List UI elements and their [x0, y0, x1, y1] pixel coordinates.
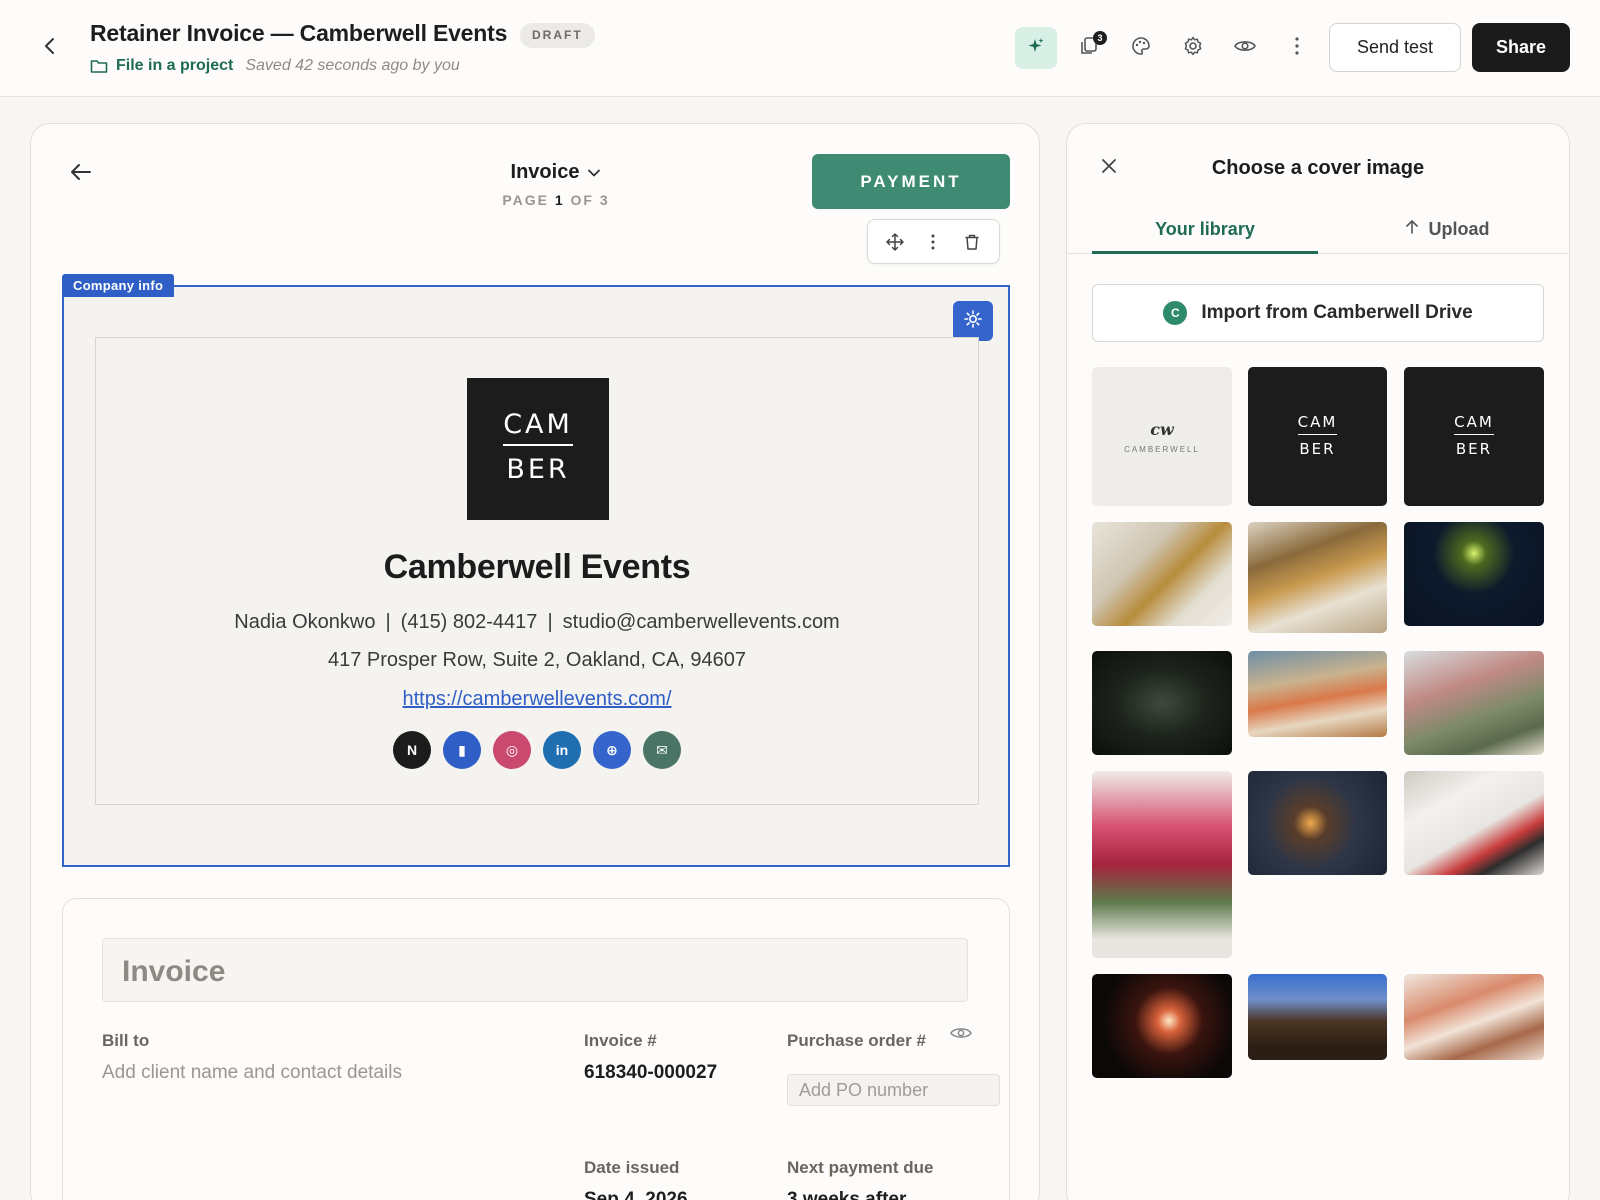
block-toolbar [867, 219, 1000, 264]
more-vertical-icon [1294, 36, 1300, 61]
company-website-link[interactable]: https://camberwellevents.com/ [403, 688, 672, 710]
date-issued-label: Date issued [584, 1158, 680, 1177]
contact-email: studio@camberwellevents.com [562, 611, 840, 633]
company-address: 417 Prosper Row, Suite 2, Oakland, CA, 9… [327, 649, 747, 671]
company-info-tag: Company info [62, 274, 175, 297]
bill-to-field[interactable]: Add client name and contact details [102, 1062, 402, 1084]
versions-button[interactable]: 3 [1068, 27, 1110, 69]
company-logo: CAM BER [467, 378, 609, 520]
notification-count: 3 [1093, 31, 1107, 45]
eye-icon [1233, 38, 1257, 59]
theme-button[interactable] [1120, 27, 1162, 69]
tab-your-library[interactable]: Your library [1092, 204, 1318, 254]
contact-phone: (415) 802-4417 [400, 611, 538, 633]
ai-assist-button[interactable] [1015, 27, 1057, 69]
invoice-title-field[interactable]: Invoice [102, 938, 968, 1002]
sparkler-hand-image[interactable] [1248, 771, 1387, 875]
panel-tabs: Your library Upload [1067, 204, 1569, 254]
decor-image[interactable] [1404, 974, 1544, 1060]
document-icon[interactable]: ▮ [443, 731, 481, 769]
next-payment-label: Next payment due [787, 1158, 934, 1177]
drive-logo-icon: C [1163, 301, 1188, 325]
company-name: Camberwell Events [383, 548, 691, 586]
cover-image-panel: Choose a cover image Your library Upload… [1066, 123, 1570, 1200]
move-icon[interactable] [883, 230, 907, 254]
gear-icon [1182, 35, 1204, 62]
payment-button[interactable]: PAYMENT [812, 154, 1010, 209]
eye-icon[interactable] [949, 1025, 975, 1043]
logo-dark-alt-thumbnail[interactable]: CAM BER [1404, 367, 1544, 506]
arrow-up-icon [1405, 219, 1419, 240]
invoice-details-block: Invoice Bill to Add client name and cont… [62, 898, 1010, 1200]
rings-image[interactable] [1092, 522, 1232, 626]
po-number-input[interactable]: Add PO number [787, 1074, 1000, 1106]
logo-light-thumbnail[interactable]: cw CAMBERWELL [1092, 367, 1232, 506]
page-title: Invoice [510, 161, 580, 183]
bouquet-field-image[interactable] [1404, 651, 1544, 755]
file-in-project-link[interactable]: File in a project [116, 57, 233, 75]
chevron-left-icon[interactable] [38, 34, 62, 58]
document-subline: File in a project Saved 42 seconds ago b… [90, 57, 460, 75]
import-drive-button[interactable]: C Import from Camberwell Drive [1092, 284, 1544, 342]
palette-icon [1130, 35, 1152, 62]
company-card: CAM BER Camberwell Events Nadia Okonkwo |… [95, 337, 979, 805]
block-settings-button[interactable] [953, 301, 993, 341]
sparkler-image[interactable] [1092, 974, 1232, 1078]
saved-status: Saved 42 seconds ago by you [245, 57, 460, 74]
status-badge: DRAFT [520, 23, 595, 48]
date-issued[interactable]: Sep 4, 2026 [584, 1189, 688, 1200]
folder-icon [90, 58, 108, 74]
document-title[interactable]: Retainer Invoice — Camberwell Events [90, 20, 507, 47]
preview-button[interactable] [1224, 27, 1266, 69]
barn-image[interactable] [1248, 974, 1387, 1060]
mail-icon[interactable]: ✉ [643, 731, 681, 769]
settings-button[interactable] [1172, 27, 1214, 69]
linkedin-icon[interactable]: in [543, 731, 581, 769]
sun-settings-icon [963, 309, 983, 334]
page-indicator: PAGE 1 OF 3 [502, 192, 610, 208]
trash-icon[interactable] [960, 230, 984, 254]
top-bar: Retainer Invoice — Camberwell Events DRA… [0, 0, 1600, 97]
tab-upload[interactable]: Upload [1367, 204, 1527, 254]
instagram-icon[interactable]: ◎ [493, 731, 531, 769]
page-selector[interactable]: Invoice PAGE 1 OF 3 [491, 161, 621, 208]
block-more-icon[interactable] [921, 230, 945, 254]
social-links: N ▮ ◎ in ⊕ ✉ [96, 731, 978, 769]
bill-to-label: Bill to [102, 1031, 150, 1050]
bridal-bouquet-image[interactable] [1092, 771, 1232, 958]
panel-title: Choose a cover image [1211, 157, 1425, 179]
logo-dark-thumbnail[interactable]: CAM BER [1248, 367, 1387, 506]
arrow-left-icon[interactable] [69, 162, 97, 186]
sparkle-icon [1026, 36, 1046, 61]
globe-icon[interactable]: ⊕ [593, 731, 631, 769]
next-payment-due[interactable]: 3 weeks after [787, 1189, 906, 1200]
invoice-number-label: Invoice # [584, 1031, 657, 1050]
contact-name: Nadia Okonkwo [234, 611, 376, 633]
catering-image[interactable] [1248, 522, 1387, 633]
tent-lights-image[interactable] [1404, 522, 1544, 626]
invoice-number[interactable]: 618340-000027 [584, 1062, 717, 1084]
editor-card: Invoice PAGE 1 OF 3 PAYMENT CAM BER Camb… [30, 123, 1040, 1200]
send-test-button[interactable]: Send test [1329, 23, 1461, 72]
share-button[interactable]: Share [1472, 23, 1570, 72]
chevron-down-icon [587, 161, 601, 184]
po-label: Purchase order # [787, 1031, 926, 1050]
more-options-button[interactable] [1276, 27, 1318, 69]
ring-dark-image[interactable] [1092, 651, 1232, 755]
company-info-block[interactable]: CAM BER Camberwell Events Nadia Okonkwo |… [62, 285, 1010, 867]
brand-n-icon[interactable]: N [393, 731, 431, 769]
planner-image[interactable] [1404, 771, 1544, 875]
table-setting-image[interactable] [1248, 651, 1387, 737]
company-contact: Nadia Okonkwo | (415) 802-4417 | studio@camb… [234, 611, 840, 633]
